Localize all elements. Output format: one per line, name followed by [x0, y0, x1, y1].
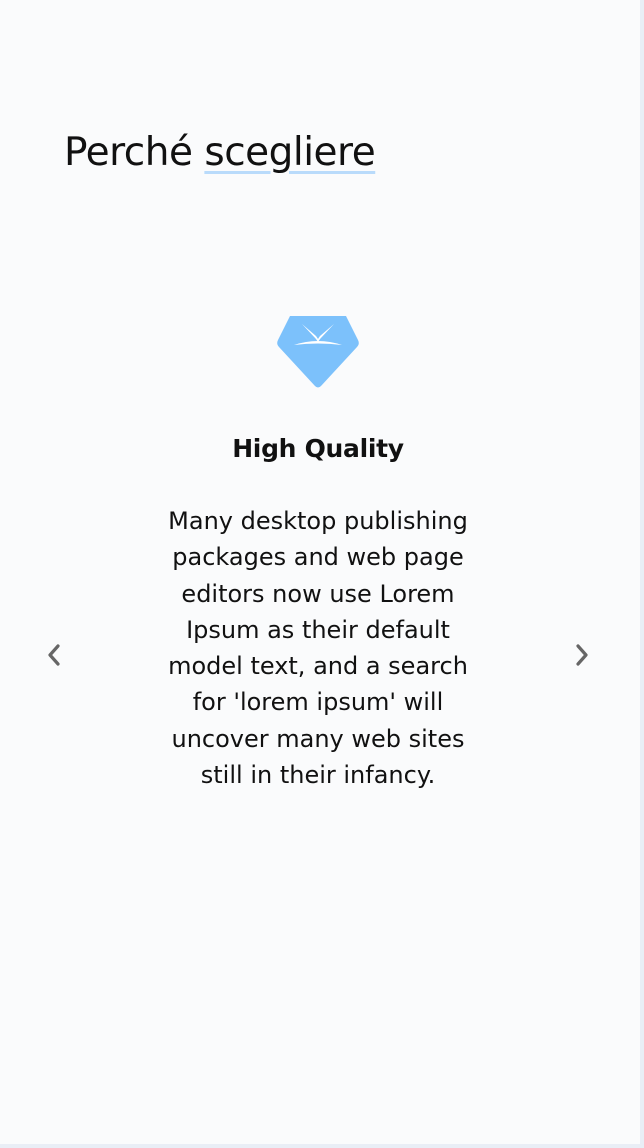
section-title-highlight: scegliere — [204, 130, 376, 175]
feature-description: Many desktop publishing packages and web… — [168, 507, 468, 790]
section-title: Perché scegliere — [64, 130, 376, 175]
chevron-right-icon — [576, 644, 588, 666]
carousel-next-button[interactable] — [570, 642, 594, 668]
features-carousel: High Quality Many desktop publishing pac… — [0, 300, 640, 820]
feature-title: High Quality — [232, 434, 404, 463]
page: Perché scegliere High Quality Many deskt… — [0, 0, 640, 1144]
carousel-prev-button[interactable] — [42, 642, 66, 668]
section-title-prefix: Perché — [64, 130, 193, 175]
diamond-icon — [277, 316, 359, 388]
chevron-left-icon — [48, 644, 60, 666]
carousel-slide: High Quality Many desktop publishing pac… — [150, 300, 486, 793]
